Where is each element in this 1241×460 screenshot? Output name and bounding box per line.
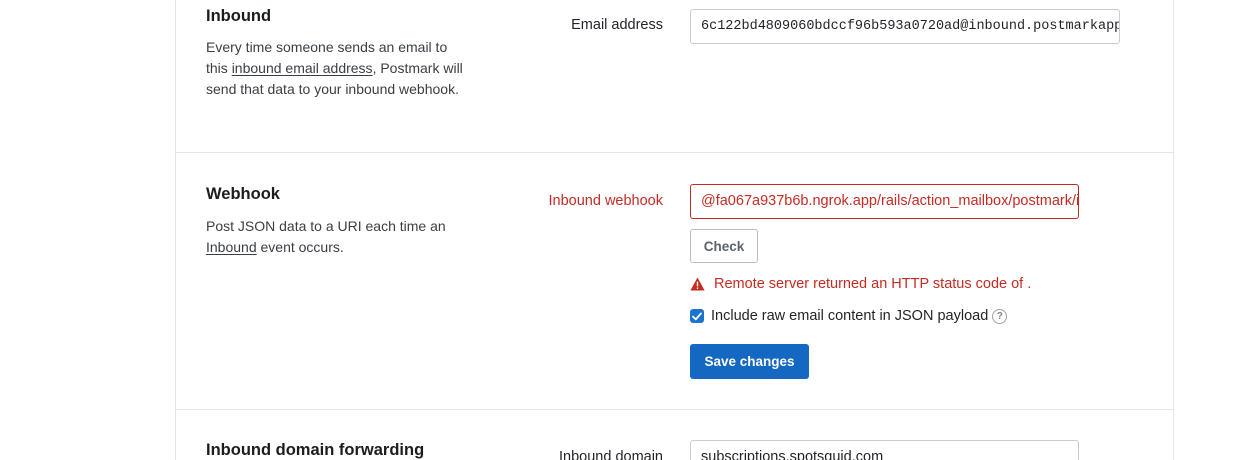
inbound-section-description: Every time someone sends an email to thi… bbox=[206, 37, 471, 100]
checkmark-icon bbox=[692, 312, 702, 320]
domain-forwarding-section-title: Inbound domain forwarding bbox=[206, 441, 425, 459]
inbound-domain-input[interactable]: subscriptions.spotsquid.com bbox=[690, 440, 1079, 460]
check-button[interactable]: Check bbox=[690, 229, 758, 263]
include-raw-email-checkbox[interactable] bbox=[690, 309, 704, 323]
webhook-section-title: Webhook bbox=[206, 185, 280, 203]
webhook-desc-text-1: Post JSON data to a URI each time an bbox=[206, 218, 446, 234]
inbound-webhook-input[interactable]: @fa067a937b6b.ngrok.app/rails/action_mai… bbox=[690, 184, 1079, 219]
settings-panel: Inbound Every time someone sends an emai… bbox=[175, 0, 1174, 460]
help-circle-icon[interactable]: ? bbox=[992, 308, 1008, 324]
warning-triangle-icon bbox=[690, 277, 705, 291]
section-divider bbox=[176, 409, 1173, 410]
section-divider bbox=[176, 152, 1173, 153]
raw-email-content-option[interactable]: Include raw email content in JSON payloa… bbox=[690, 308, 1008, 324]
save-changes-button[interactable]: Save changes bbox=[690, 344, 809, 379]
webhook-desc-text-2: event occurs. bbox=[256, 239, 344, 255]
email-address-label: Email address bbox=[571, 17, 663, 33]
include-raw-email-label[interactable]: Include raw email content in JSON payloa… bbox=[711, 308, 988, 324]
inbound-domain-label: Inbound domain bbox=[559, 449, 663, 460]
inbound-email-address-link[interactable]: inbound email address bbox=[232, 60, 373, 76]
webhook-section-description: Post JSON data to a URI each time an Inb… bbox=[206, 216, 471, 258]
webhook-error-message: Remote server returned an HTTP status co… bbox=[690, 276, 1031, 292]
inbound-webhook-label: Inbound webhook bbox=[548, 193, 664, 209]
inbound-email-address-field[interactable]: 6c122bd4809060bdccf96b593a0720ad@inbound… bbox=[690, 9, 1120, 44]
inbound-section-title: Inbound bbox=[206, 7, 272, 25]
error-message-text: Remote server returned an HTTP status co… bbox=[714, 276, 1032, 292]
inbound-event-link[interactable]: Inbound bbox=[206, 239, 257, 255]
